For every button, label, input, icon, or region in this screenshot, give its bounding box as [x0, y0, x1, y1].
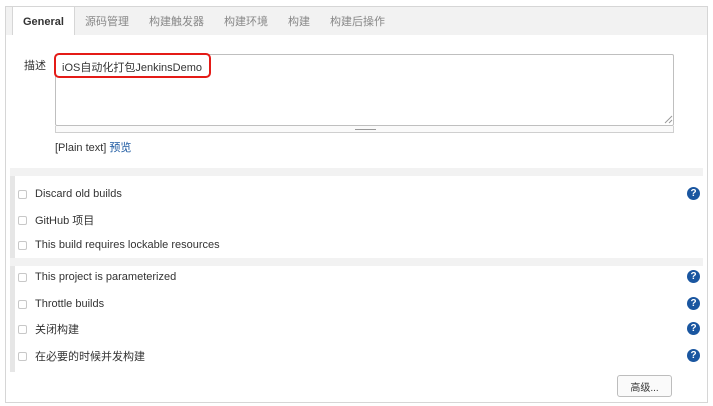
option-github-project[interactable]: GitHub 项目	[18, 210, 703, 230]
help-icon[interactable]: ?	[687, 187, 700, 200]
tab-bar: General 源码管理 构建触发器 构建环境 构建 构建后操作	[5, 6, 708, 36]
option-lockable-resources[interactable]: This build requires lockable resources	[18, 235, 703, 255]
splitter-grip-icon	[355, 129, 376, 130]
tab-general[interactable]: General	[12, 6, 75, 36]
tab-source-control[interactable]: 源码管理	[75, 7, 139, 35]
checkbox[interactable]	[18, 272, 27, 282]
textarea-splitter[interactable]	[55, 126, 674, 133]
section-separator	[10, 168, 703, 176]
checkbox[interactable]	[18, 189, 27, 199]
description-textarea[interactable]: iOS自动化打包JenkinsDemo	[55, 54, 674, 126]
option-label: 关闭构建	[35, 324, 79, 336]
option-label: 在必要的时候并发构建	[35, 351, 145, 363]
description-value: iOS自动化打包JenkinsDemo	[62, 62, 202, 74]
option-label: This project is parameterized	[35, 271, 177, 283]
preview-link[interactable]: 预览	[109, 142, 131, 154]
option-parameterized[interactable]: This project is parameterized ?	[18, 267, 703, 287]
section-left-bar	[10, 168, 15, 372]
help-icon[interactable]: ?	[687, 349, 700, 362]
option-label: Discard old builds	[35, 188, 122, 200]
help-icon[interactable]: ?	[687, 297, 700, 310]
option-label: GitHub 项目	[35, 215, 95, 227]
option-label: Throttle builds	[35, 298, 105, 310]
tab-build-triggers[interactable]: 构建触发器	[139, 7, 214, 35]
option-concurrent-builds[interactable]: 在必要的时候并发构建 ?	[18, 346, 703, 366]
checkbox[interactable]	[18, 215, 27, 225]
checkbox[interactable]	[18, 240, 27, 250]
tab-post-build-actions[interactable]: 构建后操作	[320, 7, 395, 35]
resize-handle-icon[interactable]	[664, 115, 673, 124]
tab-build[interactable]: 构建	[278, 7, 320, 35]
plain-text-label: [Plain text]	[55, 142, 107, 154]
help-icon[interactable]: ?	[687, 322, 700, 335]
description-format-line: [Plain text] 预览	[55, 139, 131, 155]
checkbox[interactable]	[18, 351, 27, 361]
help-icon[interactable]: ?	[687, 270, 700, 283]
option-disable-build[interactable]: 关闭构建 ?	[18, 319, 703, 339]
option-throttle-builds[interactable]: Throttle builds ?	[18, 294, 703, 314]
tab-build-environment[interactable]: 构建环境	[214, 7, 278, 35]
checkbox[interactable]	[18, 324, 27, 334]
option-discard-old-builds[interactable]: Discard old builds ?	[18, 184, 703, 204]
checkbox[interactable]	[18, 299, 27, 309]
option-label: This build requires lockable resources	[35, 239, 220, 251]
advanced-button[interactable]: 高级...	[617, 375, 672, 397]
section-separator	[10, 258, 703, 266]
description-label: 描述	[24, 60, 46, 72]
